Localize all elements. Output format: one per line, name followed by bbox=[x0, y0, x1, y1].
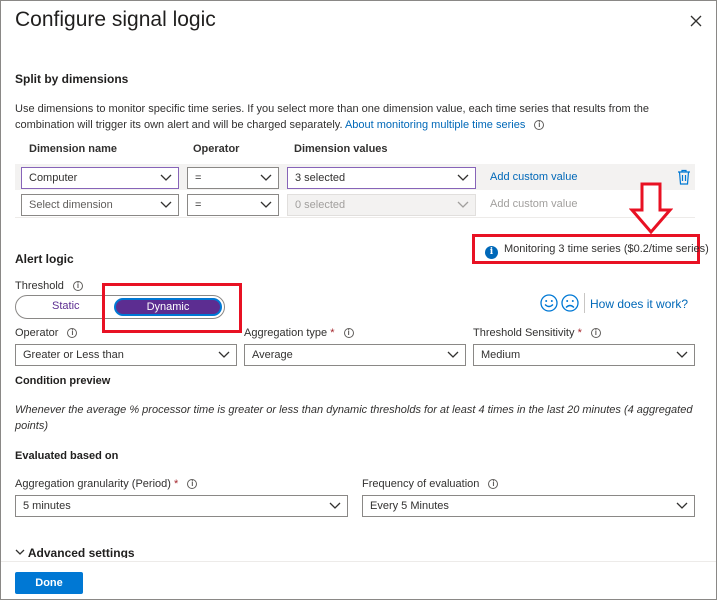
alert-logic-heading: Alert logic bbox=[15, 252, 74, 266]
info-icon[interactable]: i bbox=[67, 328, 78, 338]
close-icon[interactable] bbox=[687, 12, 705, 30]
operator-value-2: = bbox=[195, 199, 202, 211]
done-button[interactable]: Done bbox=[15, 572, 83, 594]
chevron-down-icon bbox=[260, 201, 272, 208]
annotation-highlight-box bbox=[102, 283, 242, 333]
dimension-name-value: Computer bbox=[29, 172, 78, 184]
dimension-values-value: 3 selected bbox=[295, 172, 346, 184]
threshold-sensitivity-dropdown[interactable]: Medium bbox=[473, 344, 695, 366]
granularity-value: 5 minutes bbox=[23, 500, 71, 512]
row-divider bbox=[15, 217, 695, 218]
advanced-settings-toggle[interactable]: Advanced settings bbox=[15, 546, 135, 558]
select-dimension-dropdown[interactable]: Select dimension bbox=[21, 194, 179, 216]
chevron-down-icon bbox=[160, 174, 172, 181]
aggregation-type-dropdown[interactable]: Average bbox=[244, 344, 466, 366]
operator-dropdown-2[interactable]: = bbox=[187, 194, 279, 216]
frequency-value: Every 5 Minutes bbox=[370, 500, 449, 512]
chevron-down-icon bbox=[457, 201, 469, 208]
info-icon[interactable]: i bbox=[590, 328, 601, 338]
dimension-values-dropdown[interactable]: 3 selected bbox=[287, 167, 476, 189]
required-mark: * bbox=[173, 478, 179, 490]
split-heading: Split by dimensions bbox=[15, 72, 129, 86]
info-icon[interactable]: i bbox=[534, 120, 545, 130]
monitoring-callout: i Monitoring 3 time series ($0.2/time ser… bbox=[472, 234, 709, 264]
frequency-label-text: Frequency of evaluation bbox=[362, 478, 480, 490]
granularity-label: Aggregation granularity (Period) * i bbox=[15, 478, 198, 490]
dimension-values-disabled-value: 0 selected bbox=[295, 199, 346, 211]
about-multiple-series-link[interactable]: About monitoring multiple time series bbox=[345, 119, 525, 131]
aggregation-type-label: Aggregation type * i bbox=[244, 327, 354, 339]
dimension-values-dropdown-disabled: 0 selected bbox=[287, 194, 476, 216]
annotation-arrow-icon bbox=[629, 182, 673, 234]
frown-icon[interactable] bbox=[561, 294, 579, 312]
chevron-down-icon bbox=[676, 351, 688, 358]
alert-operator-label-text: Operator bbox=[15, 327, 59, 339]
panel-title: Configure signal logic bbox=[15, 8, 216, 31]
chevron-down-icon bbox=[447, 351, 459, 358]
chevron-down-icon bbox=[15, 549, 25, 555]
frequency-label: Frequency of evaluation i bbox=[362, 478, 499, 490]
how-does-it-work-link[interactable]: How does it work? bbox=[590, 297, 688, 311]
operator-value: = bbox=[195, 172, 202, 184]
frequency-dropdown[interactable]: Every 5 Minutes bbox=[362, 495, 695, 517]
chevron-down-icon bbox=[329, 502, 341, 509]
footer-divider bbox=[1, 561, 716, 562]
threshold-label-text: Threshold bbox=[15, 280, 64, 292]
threshold-static-option[interactable]: Static bbox=[52, 300, 80, 312]
alert-operator-value: Greater or Less than bbox=[23, 349, 124, 361]
required-mark: * bbox=[577, 327, 582, 339]
alert-operator-dropdown[interactable]: Greater or Less than bbox=[15, 344, 237, 366]
condition-preview-heading: Condition preview bbox=[15, 375, 111, 387]
chevron-down-icon bbox=[676, 502, 688, 509]
threshold-sensitivity-label-text: Threshold Sensitivity bbox=[473, 327, 575, 339]
advanced-settings-label: Advanced settings bbox=[27, 546, 135, 558]
chevron-down-icon bbox=[218, 351, 230, 358]
chevron-down-icon bbox=[260, 174, 272, 181]
granularity-dropdown[interactable]: 5 minutes bbox=[15, 495, 348, 517]
threshold-label: Threshold i bbox=[15, 280, 83, 292]
trash-icon[interactable] bbox=[677, 169, 691, 185]
required-mark: * bbox=[330, 327, 335, 339]
operator-dropdown[interactable]: = bbox=[187, 167, 279, 189]
vertical-divider bbox=[584, 293, 585, 313]
col-dimension-name: Dimension name bbox=[29, 143, 118, 155]
chevron-down-icon bbox=[457, 174, 469, 181]
aggregation-type-label-text: Aggregation type bbox=[244, 327, 328, 339]
info-icon[interactable]: i bbox=[72, 281, 83, 291]
condition-preview-text: Whenever the average % processor time is… bbox=[15, 404, 693, 432]
info-icon[interactable]: i bbox=[343, 328, 354, 338]
info-icon[interactable]: i bbox=[488, 479, 499, 489]
col-operator: Operator bbox=[193, 143, 240, 155]
info-icon[interactable]: i bbox=[187, 479, 198, 489]
granularity-label-text: Aggregation granularity (Period) bbox=[15, 478, 171, 490]
aggregation-type-value: Average bbox=[252, 349, 293, 361]
monitoring-text: Monitoring 3 time series ($0.2/time seri… bbox=[504, 243, 709, 255]
info-filled-icon: i bbox=[485, 246, 498, 259]
add-custom-value-disabled: Add custom value bbox=[490, 198, 578, 210]
add-custom-value-link[interactable]: Add custom value bbox=[490, 171, 577, 183]
dimension-name-dropdown[interactable]: Computer bbox=[21, 167, 179, 189]
evaluated-heading: Evaluated based on bbox=[15, 450, 119, 462]
configure-signal-logic-panel: Configure signal logic Split by dimensio… bbox=[0, 0, 717, 600]
col-dimension-values: Dimension values bbox=[294, 143, 388, 155]
split-description: Use dimensions to monitor specific time … bbox=[15, 101, 695, 133]
split-description-text: Use dimensions to monitor specific time … bbox=[15, 103, 650, 131]
threshold-sensitivity-value: Medium bbox=[481, 349, 521, 361]
chevron-down-icon bbox=[160, 201, 172, 208]
alert-operator-label: Operator i bbox=[15, 327, 78, 339]
threshold-sensitivity-label: Threshold Sensitivity * i bbox=[473, 327, 601, 339]
smile-icon[interactable] bbox=[540, 294, 558, 312]
select-dimension-placeholder: Select dimension bbox=[29, 199, 113, 211]
